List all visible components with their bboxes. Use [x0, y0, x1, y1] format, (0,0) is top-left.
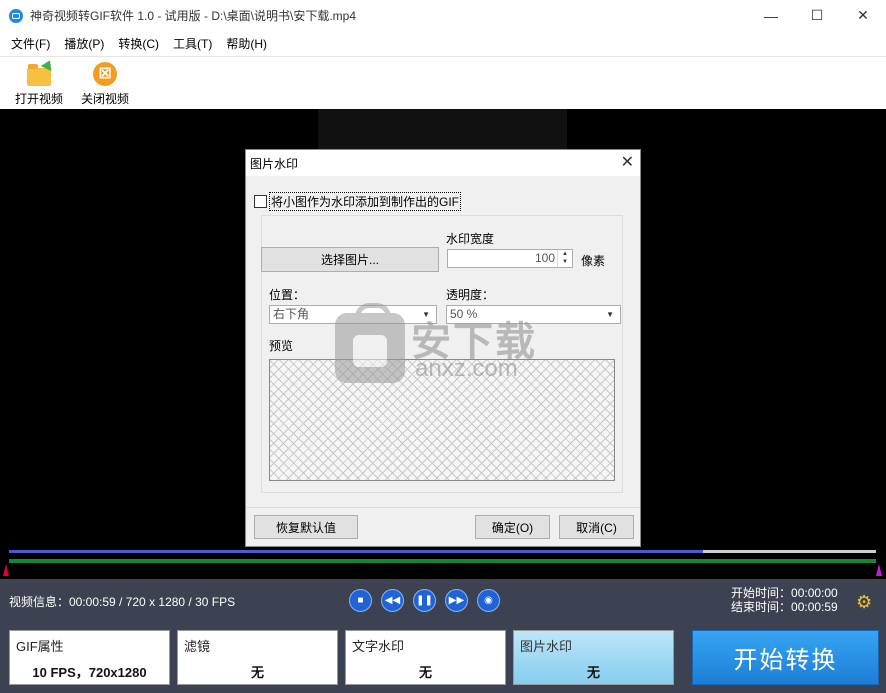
- open-folder-icon: [27, 64, 51, 86]
- maximize-button[interactable]: ☐: [794, 0, 840, 31]
- image-watermark-panel[interactable]: 图片水印 无: [513, 630, 674, 685]
- dialog-close-button[interactable]: ✕: [621, 152, 634, 172]
- dialog-title-bar: 图片水印 ✕: [246, 150, 640, 176]
- control-bar: 视频信息：00:00:59 / 720 x 1280 / 30 FPS ■ ◀◀…: [0, 579, 886, 623]
- window-title: 神奇视频转GIF软件 1.0 - 试用版 - D:\桌面\说明书\安下载.mp4: [30, 9, 357, 23]
- bottom-bar: GIF属性 10 FPS，720x1280 滤镜 无 文字水印 无 图片水印 无…: [0, 623, 886, 693]
- playback-progress-bar[interactable]: [9, 550, 703, 553]
- image-watermark-value: 无: [586, 665, 600, 680]
- close-video-label: 关闭视频: [80, 92, 129, 106]
- text-watermark-title: 文字水印: [352, 639, 405, 654]
- menu-tools[interactable]: 工具(T): [166, 31, 219, 57]
- rewind-icon: ◀◀: [384, 595, 401, 606]
- ok-button[interactable]: 确定(O): [475, 515, 550, 539]
- playback-buttons: ■ ◀◀ ❚❚ ▶▶ ◉: [349, 589, 500, 612]
- gif-properties-title: GIF属性: [16, 639, 64, 654]
- position-label: 位置：: [269, 288, 306, 302]
- gif-properties-panel[interactable]: GIF属性 10 FPS，720x1280: [9, 630, 170, 685]
- menu-play[interactable]: 播放(P): [57, 31, 111, 57]
- window-controls: — ☐ ✕: [748, 0, 886, 31]
- title-bar: 神奇视频转GIF软件 1.0 - 试用版 - D:\桌面\说明书\安下载.mp4…: [0, 0, 886, 31]
- chevron-down-icon: ▼: [606, 310, 614, 319]
- pause-button[interactable]: ❚❚: [413, 589, 436, 612]
- close-window-button[interactable]: ✕: [840, 0, 886, 31]
- video-info: 视频信息：00:00:59 / 720 x 1280 / 30 FPS: [9, 595, 236, 609]
- site-watermark-logo: 安下载 anxz.com: [333, 303, 553, 385]
- cancel-button[interactable]: 取消(C): [559, 515, 634, 539]
- playback-remaining-bar[interactable]: [703, 550, 876, 553]
- text-watermark-value: 无: [418, 665, 432, 680]
- menu-bar: 文件(F) 播放(P) 转换(C) 工具(T) 帮助(H): [0, 31, 886, 57]
- stop-button[interactable]: ■: [349, 589, 372, 612]
- start-time-value: 00:00:00: [791, 586, 838, 600]
- start-marker-handle[interactable]: [3, 564, 9, 576]
- settings-gear-icon[interactable]: ⚙: [856, 593, 872, 611]
- stop-icon: ■: [357, 595, 364, 606]
- reset-defaults-button[interactable]: 恢复默认值: [254, 515, 358, 539]
- minimize-button[interactable]: —: [748, 0, 794, 31]
- opacity-label: 透明度：: [446, 288, 495, 302]
- watermark-width-stepper[interactable]: 100 ▲ ▼: [447, 249, 573, 268]
- pause-icon: ❚❚: [416, 595, 433, 606]
- toolbar: 打开视频 ⊠ 关闭视频: [0, 57, 886, 109]
- menu-help[interactable]: 帮助(H): [219, 31, 274, 57]
- filter-panel[interactable]: 滤镜 无: [177, 630, 338, 685]
- app-icon: [9, 8, 23, 23]
- filter-title: 滤镜: [184, 639, 211, 654]
- start-convert-button[interactable]: 开始转换: [692, 630, 879, 685]
- selection-range-bar[interactable]: [9, 559, 876, 563]
- watermark-domain: anxz.com: [415, 355, 518, 382]
- watermark-width-label: 水印宽度: [446, 232, 495, 246]
- enable-watermark-checkbox[interactable]: [254, 195, 267, 208]
- fast-forward-button[interactable]: ▶▶: [445, 589, 468, 612]
- enable-watermark-label[interactable]: 将小图作为水印添加到制作出的GIF: [269, 192, 461, 211]
- menu-file[interactable]: 文件(F): [4, 31, 57, 57]
- select-image-button[interactable]: 选择图片...: [261, 247, 439, 272]
- enable-watermark-row[interactable]: 将小图作为水印添加到制作出的GIF: [254, 192, 461, 211]
- start-time-label: 开始时间：: [731, 586, 792, 600]
- menu-convert[interactable]: 转换(C): [111, 31, 166, 57]
- close-video-button[interactable]: ⊠ 关闭视频: [72, 61, 138, 107]
- filter-value: 无: [250, 665, 264, 680]
- open-video-label: 打开视频: [14, 92, 63, 106]
- close-video-icon: ⊠: [93, 62, 117, 86]
- position-value: 右下角: [273, 307, 310, 321]
- dialog-footer: 恢复默认值 确定(O) 取消(C): [246, 507, 640, 546]
- open-video-button[interactable]: 打开视频: [6, 61, 72, 107]
- image-watermark-title: 图片水印: [520, 639, 573, 654]
- timeline[interactable]: [0, 547, 886, 579]
- bag-icon: [335, 303, 405, 383]
- preview-label: 预览: [269, 339, 294, 353]
- stepper-arrows-icon[interactable]: ▲ ▼: [557, 250, 572, 267]
- rewind-button[interactable]: ◀◀: [381, 589, 404, 612]
- watermark-width-value: 100: [534, 251, 555, 265]
- end-marker-handle[interactable]: [876, 564, 882, 576]
- end-time-label: 结束时间：: [731, 600, 792, 614]
- time-range: 开始时间：00:00:00 结束时间：00:00:59: [731, 586, 838, 614]
- watermark-width-unit: 像素: [581, 254, 606, 268]
- snapshot-button[interactable]: ◉: [477, 589, 500, 612]
- end-time-value: 00:00:59: [791, 600, 838, 614]
- camera-icon: ◉: [484, 595, 493, 606]
- dialog-title: 图片水印: [250, 157, 299, 171]
- text-watermark-panel[interactable]: 文字水印 无: [345, 630, 506, 685]
- gif-properties-value: 10 FPS，720x1280: [32, 665, 147, 680]
- fast-forward-icon: ▶▶: [448, 595, 465, 606]
